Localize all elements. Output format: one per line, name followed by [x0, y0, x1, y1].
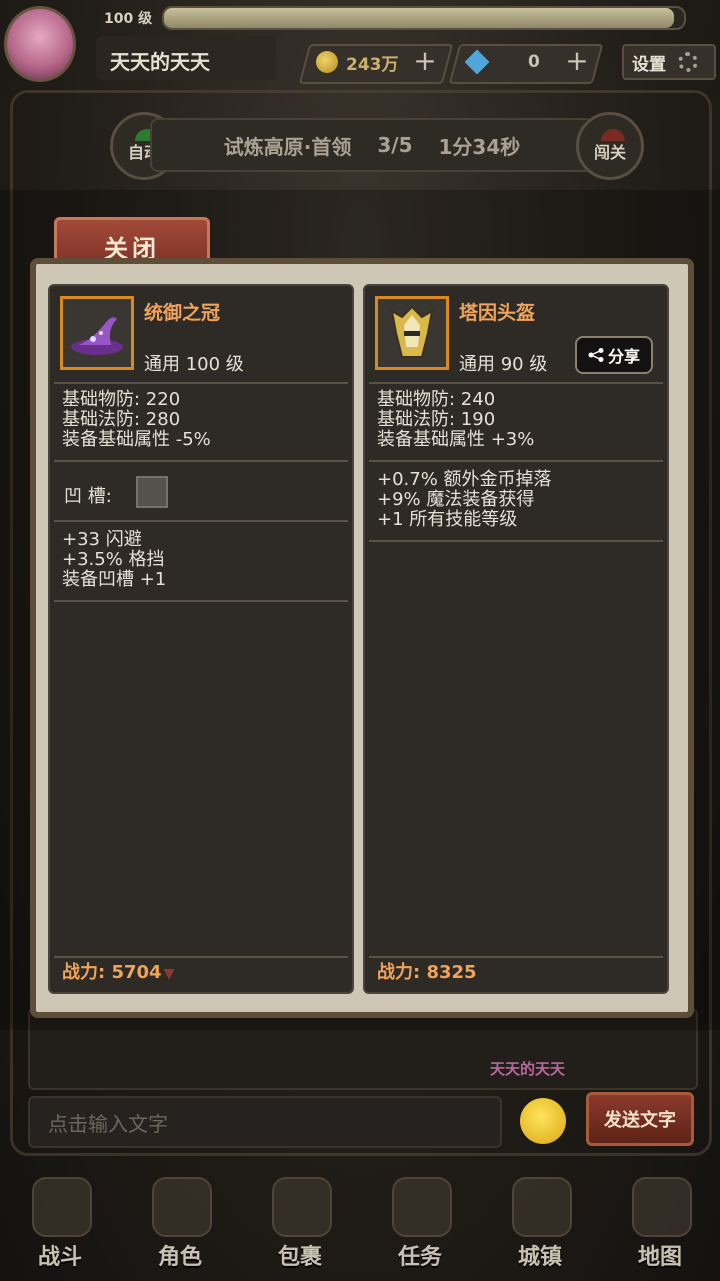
base-stats: 基础物防: 240 基础法防: 190 装备基础属性 +3%: [377, 390, 534, 450]
nav-label: 地图: [637, 1245, 682, 1270]
inventory-icon: [272, 1177, 332, 1237]
combat-power: 战力: 8325: [377, 958, 477, 984]
nav-quests[interactable]: 任务: [370, 1171, 470, 1271]
stat-line: 装备基础属性 +3%: [377, 429, 535, 450]
stage-progress: 3/5: [377, 133, 413, 157]
stage-timer: 1分34秒: [438, 134, 521, 159]
share-label: 分享: [607, 347, 640, 366]
combat-power: 战力: 5704 ▼: [62, 958, 174, 984]
battle-icon: [32, 1177, 92, 1237]
golden-helmet-icon[interactable]: [375, 296, 449, 370]
item-name: 统御之冠: [144, 302, 221, 324]
challenge-label: 闯关: [593, 143, 626, 162]
share-icon: [588, 348, 604, 362]
player-avatar[interactable]: [4, 6, 76, 82]
nav-label: 战斗: [37, 1245, 82, 1270]
stat-line: 基础物防: 240: [377, 389, 496, 410]
divider: [54, 520, 348, 522]
purple-wizard-hat-icon[interactable]: [60, 296, 134, 370]
top-bar: 100 级 天天的天天 243万 + 0 + 设置: [0, 0, 720, 90]
stage-info-bar: 试炼高原·首领 3/5 1分34秒: [150, 118, 594, 172]
stat-line: +3.5% 格挡: [62, 549, 165, 570]
settings-label: 设置: [632, 54, 666, 75]
share-button[interactable]: 分享: [575, 336, 653, 374]
nav-inventory[interactable]: 包裹: [250, 1171, 350, 1271]
challenge-indicator-icon: [601, 129, 625, 141]
town-tower-icon: [512, 1177, 572, 1237]
nav-label: 角色: [157, 1245, 202, 1270]
item-type-level: 通用 90 级: [459, 354, 548, 375]
gear-icon: [678, 52, 698, 72]
divider: [54, 460, 348, 462]
stat-line: +9% 魔法装备获得: [377, 489, 535, 510]
nav-map[interactable]: 地图: [610, 1171, 710, 1271]
compared-item-panel: 塔因头盔 通用 90 级 分享 基础物防: 240 基础法防: 190 装备基础…: [363, 284, 669, 994]
player-level: 100 级: [104, 11, 153, 27]
character-icon: [152, 1177, 212, 1237]
power-value: 战力: 8325: [377, 962, 477, 983]
socket-slot[interactable]: [136, 476, 168, 508]
stat-line: +0.7% 额外金币掉落: [377, 469, 552, 490]
gold-coin-icon: [316, 51, 338, 73]
chat-input[interactable]: 点击输入文字: [28, 1096, 502, 1148]
stat-line: 基础法防: 190: [377, 409, 496, 430]
quest-scroll-icon: [392, 1177, 452, 1237]
gold-display: 243万: [316, 44, 399, 80]
divider: [54, 382, 348, 384]
player-name: 天天的天天: [110, 50, 210, 74]
nav-battle[interactable]: 战斗: [10, 1171, 110, 1271]
stat-line: 基础物防: 220: [62, 389, 181, 410]
add-gold-button[interactable]: +: [410, 46, 440, 78]
stat-line: 装备凹槽 +1: [62, 569, 167, 590]
power-down-arrow-icon: ▼: [163, 966, 175, 982]
diamond-amount: 0: [528, 52, 540, 72]
stat-line: 装备基础属性 -5%: [62, 429, 211, 450]
divider: [369, 460, 663, 462]
nav-label: 包裹: [277, 1245, 322, 1270]
send-text-button[interactable]: 发送文字: [586, 1092, 694, 1146]
equipped-item-panel: 统御之冠 通用 100 级 基础物防: 220 基础法防: 280 装备基础属性…: [48, 284, 354, 994]
map-icon: [632, 1177, 692, 1237]
socket-label: 凹 槽:: [64, 486, 112, 507]
divider: [369, 540, 663, 542]
challenge-button[interactable]: 闯关: [576, 112, 644, 180]
xp-bar: [162, 6, 686, 30]
nav-town[interactable]: 城镇: [490, 1171, 590, 1271]
item-type-level: 通用 100 级: [144, 354, 244, 375]
add-diamond-button[interactable]: +: [562, 46, 592, 78]
base-stats: 基础物防: 220 基础法防: 280 装备基础属性 -5%: [62, 390, 211, 450]
divider: [369, 382, 663, 384]
diamond-icon: [464, 49, 490, 75]
nav-label: 城镇: [517, 1245, 562, 1270]
nav-character[interactable]: 角色: [130, 1171, 230, 1271]
stat-line: +1 所有技能等级: [377, 509, 518, 530]
nav-label: 任务: [397, 1245, 442, 1270]
extra-stats: +0.7% 额外金币掉落 +9% 魔法装备获得 +1 所有技能等级: [377, 470, 552, 530]
divider: [54, 600, 348, 602]
bottom-nav: 战斗 角色 包裹 任务 城镇 地图: [0, 1166, 720, 1281]
gold-amount: 243万: [346, 54, 399, 75]
item-name: 塔因头盔: [459, 302, 536, 324]
stat-line: 基础法防: 280: [62, 409, 181, 430]
chat-sender-name[interactable]: 天天的天天: [490, 1058, 565, 1079]
stat-line: +33 闪避: [62, 529, 142, 550]
extra-stats: +33 闪避 +3.5% 格挡 装备凹槽 +1: [62, 530, 166, 590]
stage-name: 试炼高原·首领: [223, 134, 352, 159]
emoji-icon[interactable]: [520, 1098, 566, 1144]
power-value: 战力: 5704: [62, 962, 162, 983]
settings-button[interactable]: 设置: [622, 44, 716, 80]
diamond-display: 0: [464, 44, 540, 80]
xp-bar-fill: [164, 8, 674, 28]
